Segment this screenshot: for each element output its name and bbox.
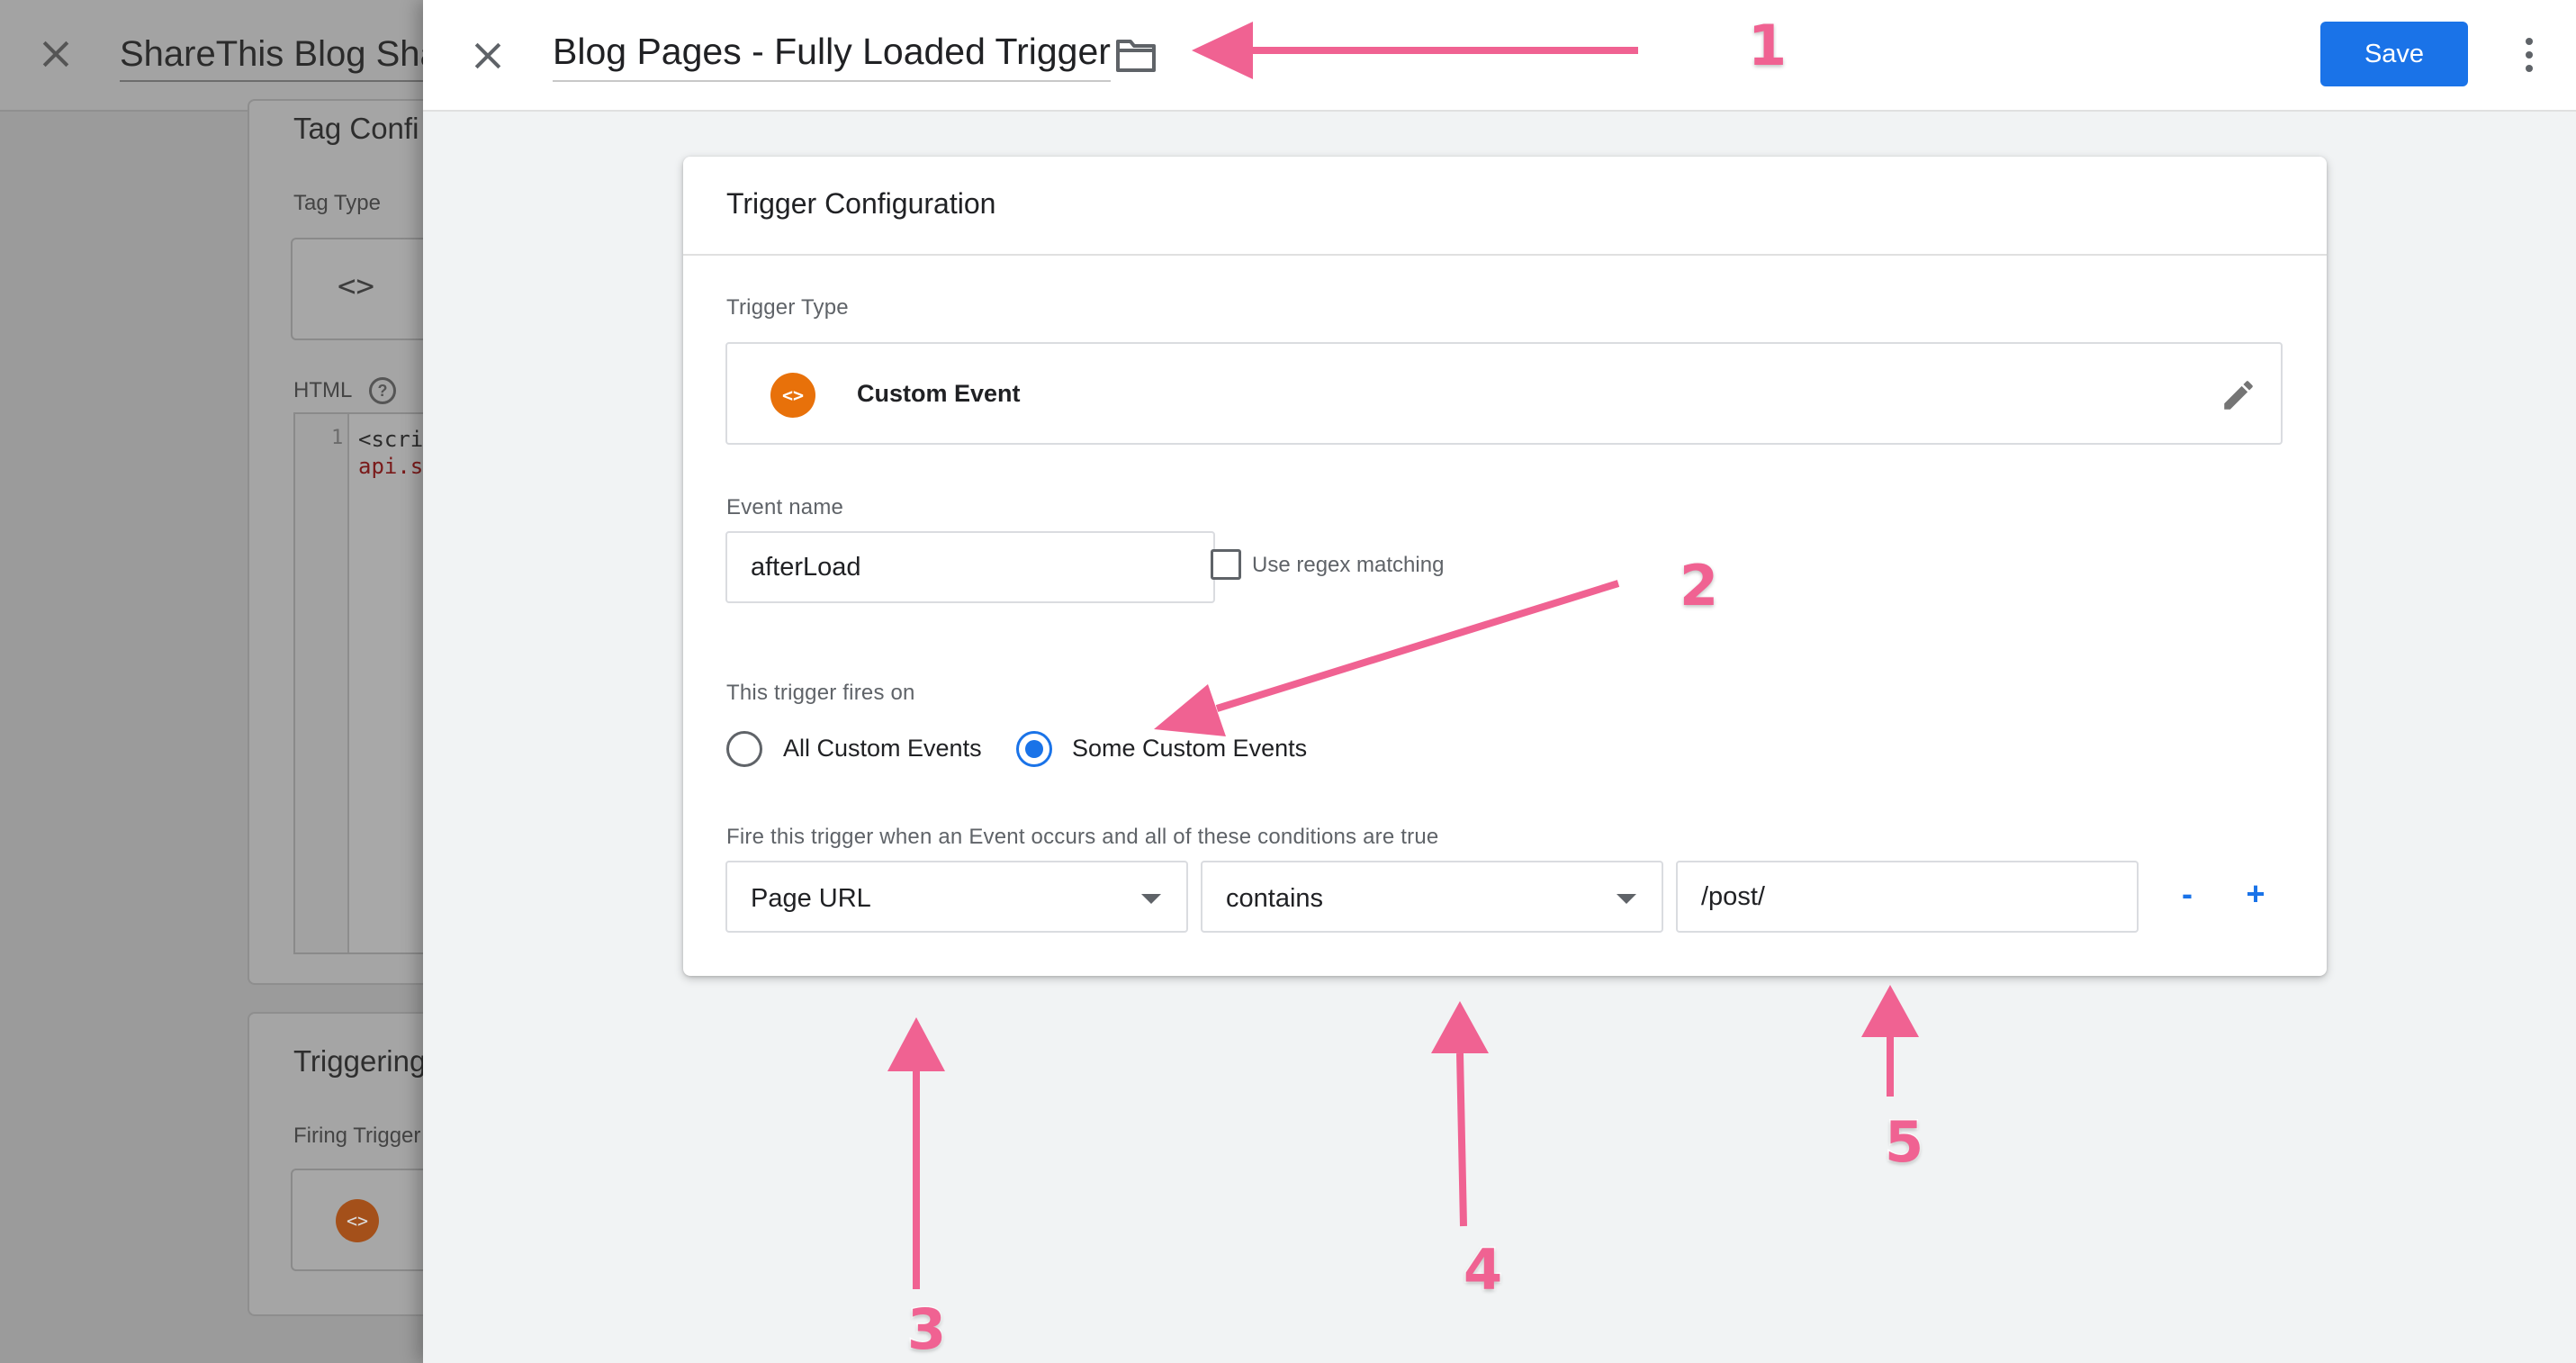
condition-operator-value: contains bbox=[1226, 884, 1324, 913]
add-condition-button[interactable]: + bbox=[2233, 873, 2278, 918]
background-tag-title: ShareThis Blog Sha bbox=[120, 34, 440, 82]
code-line: <scri bbox=[358, 427, 424, 452]
divider bbox=[683, 254, 2327, 256]
card-title: Trigger Configuration bbox=[726, 187, 996, 220]
background-html-label: HTML bbox=[293, 378, 353, 402]
panel-header: Blog Pages - Fully Loaded Trigger Save bbox=[423, 0, 2576, 112]
regex-checkbox[interactable] bbox=[1211, 549, 1241, 580]
trigger-type-label: Trigger Type bbox=[726, 295, 849, 320]
background-tag-type-label: Tag Type bbox=[293, 191, 381, 215]
event-name-input[interactable] bbox=[725, 531, 1215, 603]
trigger-name-field[interactable]: Blog Pages - Fully Loaded Trigger bbox=[553, 31, 1111, 82]
folder-icon[interactable] bbox=[1114, 36, 1157, 76]
trigger-type-selector[interactable]: <> Custom Event bbox=[725, 342, 2283, 445]
trigger-editor-panel: Blog Pages - Fully Loaded Trigger Save T… bbox=[423, 0, 2576, 1363]
code-icon: <> bbox=[338, 268, 374, 304]
annotation-number-4: 4 bbox=[1462, 1236, 1503, 1304]
trigger-configuration-card: Trigger Configuration Trigger Type <> Cu… bbox=[683, 157, 2327, 976]
regex-label: Use regex matching bbox=[1252, 553, 1445, 577]
trigger-type-name: Custom Event bbox=[857, 380, 1021, 407]
radio-some-custom-events[interactable] bbox=[1016, 731, 1052, 767]
fires-on-label: This trigger fires on bbox=[726, 681, 915, 705]
trigger-icon: <> bbox=[336, 1199, 379, 1242]
condition-variable-select[interactable]: Page URL bbox=[725, 861, 1188, 933]
background-firing-label: Firing Trigger bbox=[293, 1124, 421, 1148]
save-button[interactable]: Save bbox=[2320, 22, 2468, 86]
chevron-down-icon bbox=[1617, 894, 1636, 904]
conditions-label: Fire this trigger when an Event occurs a… bbox=[726, 825, 1439, 849]
line-number: 1 bbox=[331, 427, 344, 449]
code-icon: <> bbox=[770, 373, 815, 418]
background-triggering-heading: Triggering bbox=[293, 1044, 427, 1078]
condition-value-input[interactable] bbox=[1676, 861, 2139, 933]
annotation-number-5: 5 bbox=[1883, 1108, 1924, 1177]
annotation-number-1: 1 bbox=[1746, 12, 1788, 80]
close-icon bbox=[42, 41, 69, 68]
annotation-number-3: 3 bbox=[905, 1295, 947, 1363]
radio-some-label: Some Custom Events bbox=[1072, 735, 1308, 762]
close-icon[interactable] bbox=[468, 36, 508, 76]
remove-condition-button[interactable]: - bbox=[2165, 873, 2210, 918]
event-name-label: Event name bbox=[726, 495, 844, 519]
radio-all-label: All Custom Events bbox=[783, 735, 982, 762]
code-line: api.s bbox=[358, 454, 424, 479]
background-section-heading: Tag Confi bbox=[293, 112, 419, 145]
condition-operator-select[interactable]: contains bbox=[1201, 861, 1663, 933]
help-icon: ? bbox=[369, 377, 396, 404]
pencil-icon[interactable] bbox=[2220, 376, 2257, 414]
radio-all-custom-events[interactable] bbox=[726, 731, 762, 767]
condition-variable-value: Page URL bbox=[751, 884, 871, 913]
annotation-number-2: 2 bbox=[1678, 552, 1719, 620]
more-vert-icon[interactable] bbox=[2511, 32, 2547, 77]
chevron-down-icon bbox=[1141, 894, 1161, 904]
